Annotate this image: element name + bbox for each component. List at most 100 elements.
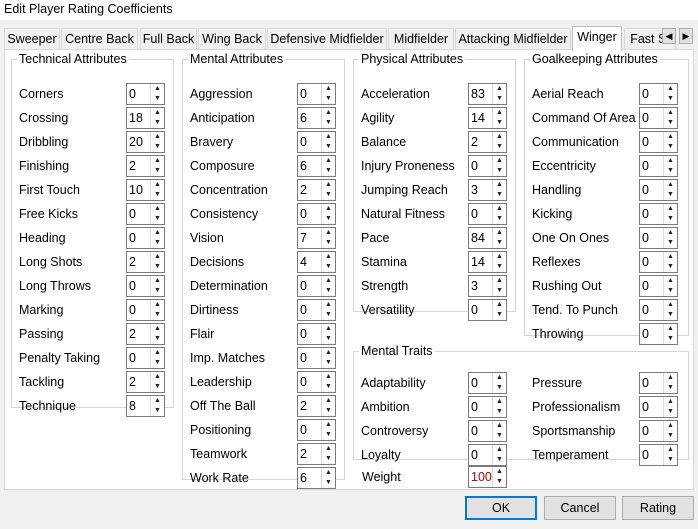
work-rate-value[interactable]: 6 bbox=[300, 471, 307, 485]
dribbling-value[interactable]: 20 bbox=[129, 135, 143, 149]
arrow-down-icon[interactable]: ▼ bbox=[322, 454, 335, 464]
long-shots-spinner[interactable]: 2 ▲ ▼ bbox=[126, 251, 165, 273]
temperament-spinner[interactable]: 0 ▲ ▼ bbox=[639, 444, 678, 466]
arrow-down-icon[interactable]: ▼ bbox=[151, 238, 164, 248]
arrow-down-icon[interactable]: ▼ bbox=[322, 142, 335, 152]
arrow-down-icon[interactable]: ▼ bbox=[151, 310, 164, 320]
injury-proneness-spinner[interactable]: 0 ▲ ▼ bbox=[468, 155, 507, 177]
arrow-down-icon[interactable]: ▼ bbox=[151, 118, 164, 128]
determination-spinner[interactable]: 0 ▲ ▼ bbox=[297, 275, 336, 297]
rating-button[interactable]: Rating bbox=[622, 496, 694, 520]
one-on-ones-spinner[interactable]: 0 ▲ ▼ bbox=[639, 227, 678, 249]
arrow-down-icon[interactable]: ▼ bbox=[664, 190, 677, 200]
arrow-up-icon[interactable]: ▲ bbox=[493, 397, 506, 407]
arrow-up-icon[interactable]: ▲ bbox=[664, 373, 677, 383]
arrow-up-icon[interactable]: ▲ bbox=[151, 276, 164, 286]
arrow-up-icon[interactable]: ▲ bbox=[493, 300, 506, 310]
arrow-down-icon[interactable]: ▼ bbox=[664, 262, 677, 272]
arrow-down-icon[interactable]: ▼ bbox=[493, 383, 506, 393]
arrow-up-icon[interactable]: ▲ bbox=[151, 324, 164, 334]
tend-to-punch-value[interactable]: 0 bbox=[642, 303, 649, 317]
versatility-spinner[interactable]: 0 ▲ ▼ bbox=[468, 299, 507, 321]
anticipation-value[interactable]: 6 bbox=[300, 111, 307, 125]
agility-spinner[interactable]: 14 ▲ ▼ bbox=[468, 107, 507, 129]
arrow-down-icon[interactable]: ▼ bbox=[664, 334, 677, 344]
determination-value[interactable]: 0 bbox=[300, 279, 307, 293]
arrow-down-icon[interactable]: ▼ bbox=[322, 94, 335, 104]
flair-value[interactable]: 0 bbox=[300, 327, 307, 341]
arrow-down-icon[interactable]: ▼ bbox=[493, 310, 506, 320]
arrow-up-icon[interactable]: ▲ bbox=[151, 228, 164, 238]
tab-full-back[interactable]: Full Back bbox=[140, 28, 197, 50]
arrow-up-icon[interactable]: ▲ bbox=[664, 445, 677, 455]
eccentricity-value[interactable]: 0 bbox=[642, 159, 649, 173]
leadership-spinner[interactable]: 0 ▲ ▼ bbox=[297, 371, 336, 393]
arrow-up-icon[interactable]: ▲ bbox=[322, 84, 335, 94]
pressure-spinner[interactable]: 0 ▲ ▼ bbox=[639, 372, 678, 394]
dribbling-spinner[interactable]: 20 ▲ ▼ bbox=[126, 131, 165, 153]
arrow-up-icon[interactable]: ▲ bbox=[322, 276, 335, 286]
arrow-up-icon[interactable]: ▲ bbox=[151, 132, 164, 142]
long-shots-value[interactable]: 2 bbox=[129, 255, 136, 269]
pace-spinner[interactable]: 84 ▲ ▼ bbox=[468, 227, 507, 249]
arrow-down-icon[interactable]: ▼ bbox=[664, 383, 677, 393]
arrow-up-icon[interactable]: ▲ bbox=[151, 252, 164, 262]
stamina-spinner[interactable]: 14 ▲ ▼ bbox=[468, 251, 507, 273]
arrow-down-icon[interactable]: ▼ bbox=[664, 431, 677, 441]
imp-matches-spinner[interactable]: 0 ▲ ▼ bbox=[297, 347, 336, 369]
arrow-up-icon[interactable]: ▲ bbox=[322, 420, 335, 430]
marking-value[interactable]: 0 bbox=[129, 303, 136, 317]
acceleration-value[interactable]: 83 bbox=[471, 87, 485, 101]
agility-value[interactable]: 14 bbox=[471, 111, 485, 125]
arrow-up-icon[interactable]: ▲ bbox=[664, 276, 677, 286]
arrow-down-icon[interactable]: ▼ bbox=[664, 310, 677, 320]
tab-defensive-midfielder[interactable]: Defensive Midfielder bbox=[267, 28, 387, 50]
arrow-down-icon[interactable]: ▼ bbox=[493, 190, 506, 200]
arrow-up-icon[interactable]: ▲ bbox=[664, 397, 677, 407]
long-throws-value[interactable]: 0 bbox=[129, 279, 136, 293]
tend-to-punch-spinner[interactable]: 0 ▲ ▼ bbox=[639, 299, 678, 321]
arrow-down-icon[interactable]: ▼ bbox=[664, 94, 677, 104]
arrow-down-icon[interactable]: ▼ bbox=[493, 262, 506, 272]
technique-value[interactable]: 8 bbox=[129, 399, 136, 413]
arrow-down-icon[interactable]: ▼ bbox=[322, 286, 335, 296]
arrow-down-icon[interactable]: ▼ bbox=[322, 214, 335, 224]
arrow-up-icon[interactable]: ▲ bbox=[322, 132, 335, 142]
handling-spinner[interactable]: 0 ▲ ▼ bbox=[639, 179, 678, 201]
jumping-reach-spinner[interactable]: 3 ▲ ▼ bbox=[468, 179, 507, 201]
natural-fitness-spinner[interactable]: 0 ▲ ▼ bbox=[468, 203, 507, 225]
natural-fitness-value[interactable]: 0 bbox=[471, 207, 478, 221]
concentration-value[interactable]: 2 bbox=[300, 183, 307, 197]
arrow-down-icon[interactable]: ▼ bbox=[151, 286, 164, 296]
arrow-down-icon[interactable]: ▼ bbox=[493, 407, 506, 417]
consistency-value[interactable]: 0 bbox=[300, 207, 307, 221]
arrow-up-icon[interactable]: ▲ bbox=[664, 228, 677, 238]
arrow-up-icon[interactable]: ▲ bbox=[322, 324, 335, 334]
arrow-down-icon[interactable]: ▼ bbox=[151, 214, 164, 224]
tab-centre-back[interactable]: Centre Back bbox=[61, 28, 138, 50]
first-touch-spinner[interactable]: 10 ▲ ▼ bbox=[126, 179, 165, 201]
one-on-ones-value[interactable]: 0 bbox=[642, 231, 649, 245]
temperament-value[interactable]: 0 bbox=[642, 448, 649, 462]
aerial-reach-spinner[interactable]: 0 ▲ ▼ bbox=[639, 83, 678, 105]
arrow-down-icon[interactable]: ▼ bbox=[151, 406, 164, 416]
arrow-up-icon[interactable]: ▲ bbox=[493, 252, 506, 262]
arrow-up-icon[interactable]: ▲ bbox=[664, 204, 677, 214]
corners-value[interactable]: 0 bbox=[129, 87, 136, 101]
consistency-spinner[interactable]: 0 ▲ ▼ bbox=[297, 203, 336, 225]
arrow-down-icon[interactable]: ▼ bbox=[493, 238, 506, 248]
arrow-up-icon[interactable]: ▲ bbox=[151, 180, 164, 190]
arrow-down-icon[interactable]: ▼ bbox=[493, 455, 506, 465]
ok-button[interactable]: OK bbox=[465, 496, 537, 520]
strength-value[interactable]: 3 bbox=[471, 279, 478, 293]
off-the-ball-value[interactable]: 2 bbox=[300, 399, 307, 413]
finishing-spinner[interactable]: 2 ▲ ▼ bbox=[126, 155, 165, 177]
arrow-up-icon[interactable]: ▲ bbox=[322, 348, 335, 358]
arrow-down-icon[interactable]: ▼ bbox=[664, 142, 677, 152]
arrow-up-icon[interactable]: ▲ bbox=[664, 108, 677, 118]
concentration-spinner[interactable]: 2 ▲ ▼ bbox=[297, 179, 336, 201]
loyalty-value[interactable]: 0 bbox=[471, 448, 478, 462]
arrow-down-icon[interactable]: ▼ bbox=[322, 334, 335, 344]
pace-value[interactable]: 84 bbox=[471, 231, 485, 245]
handling-value[interactable]: 0 bbox=[642, 183, 649, 197]
